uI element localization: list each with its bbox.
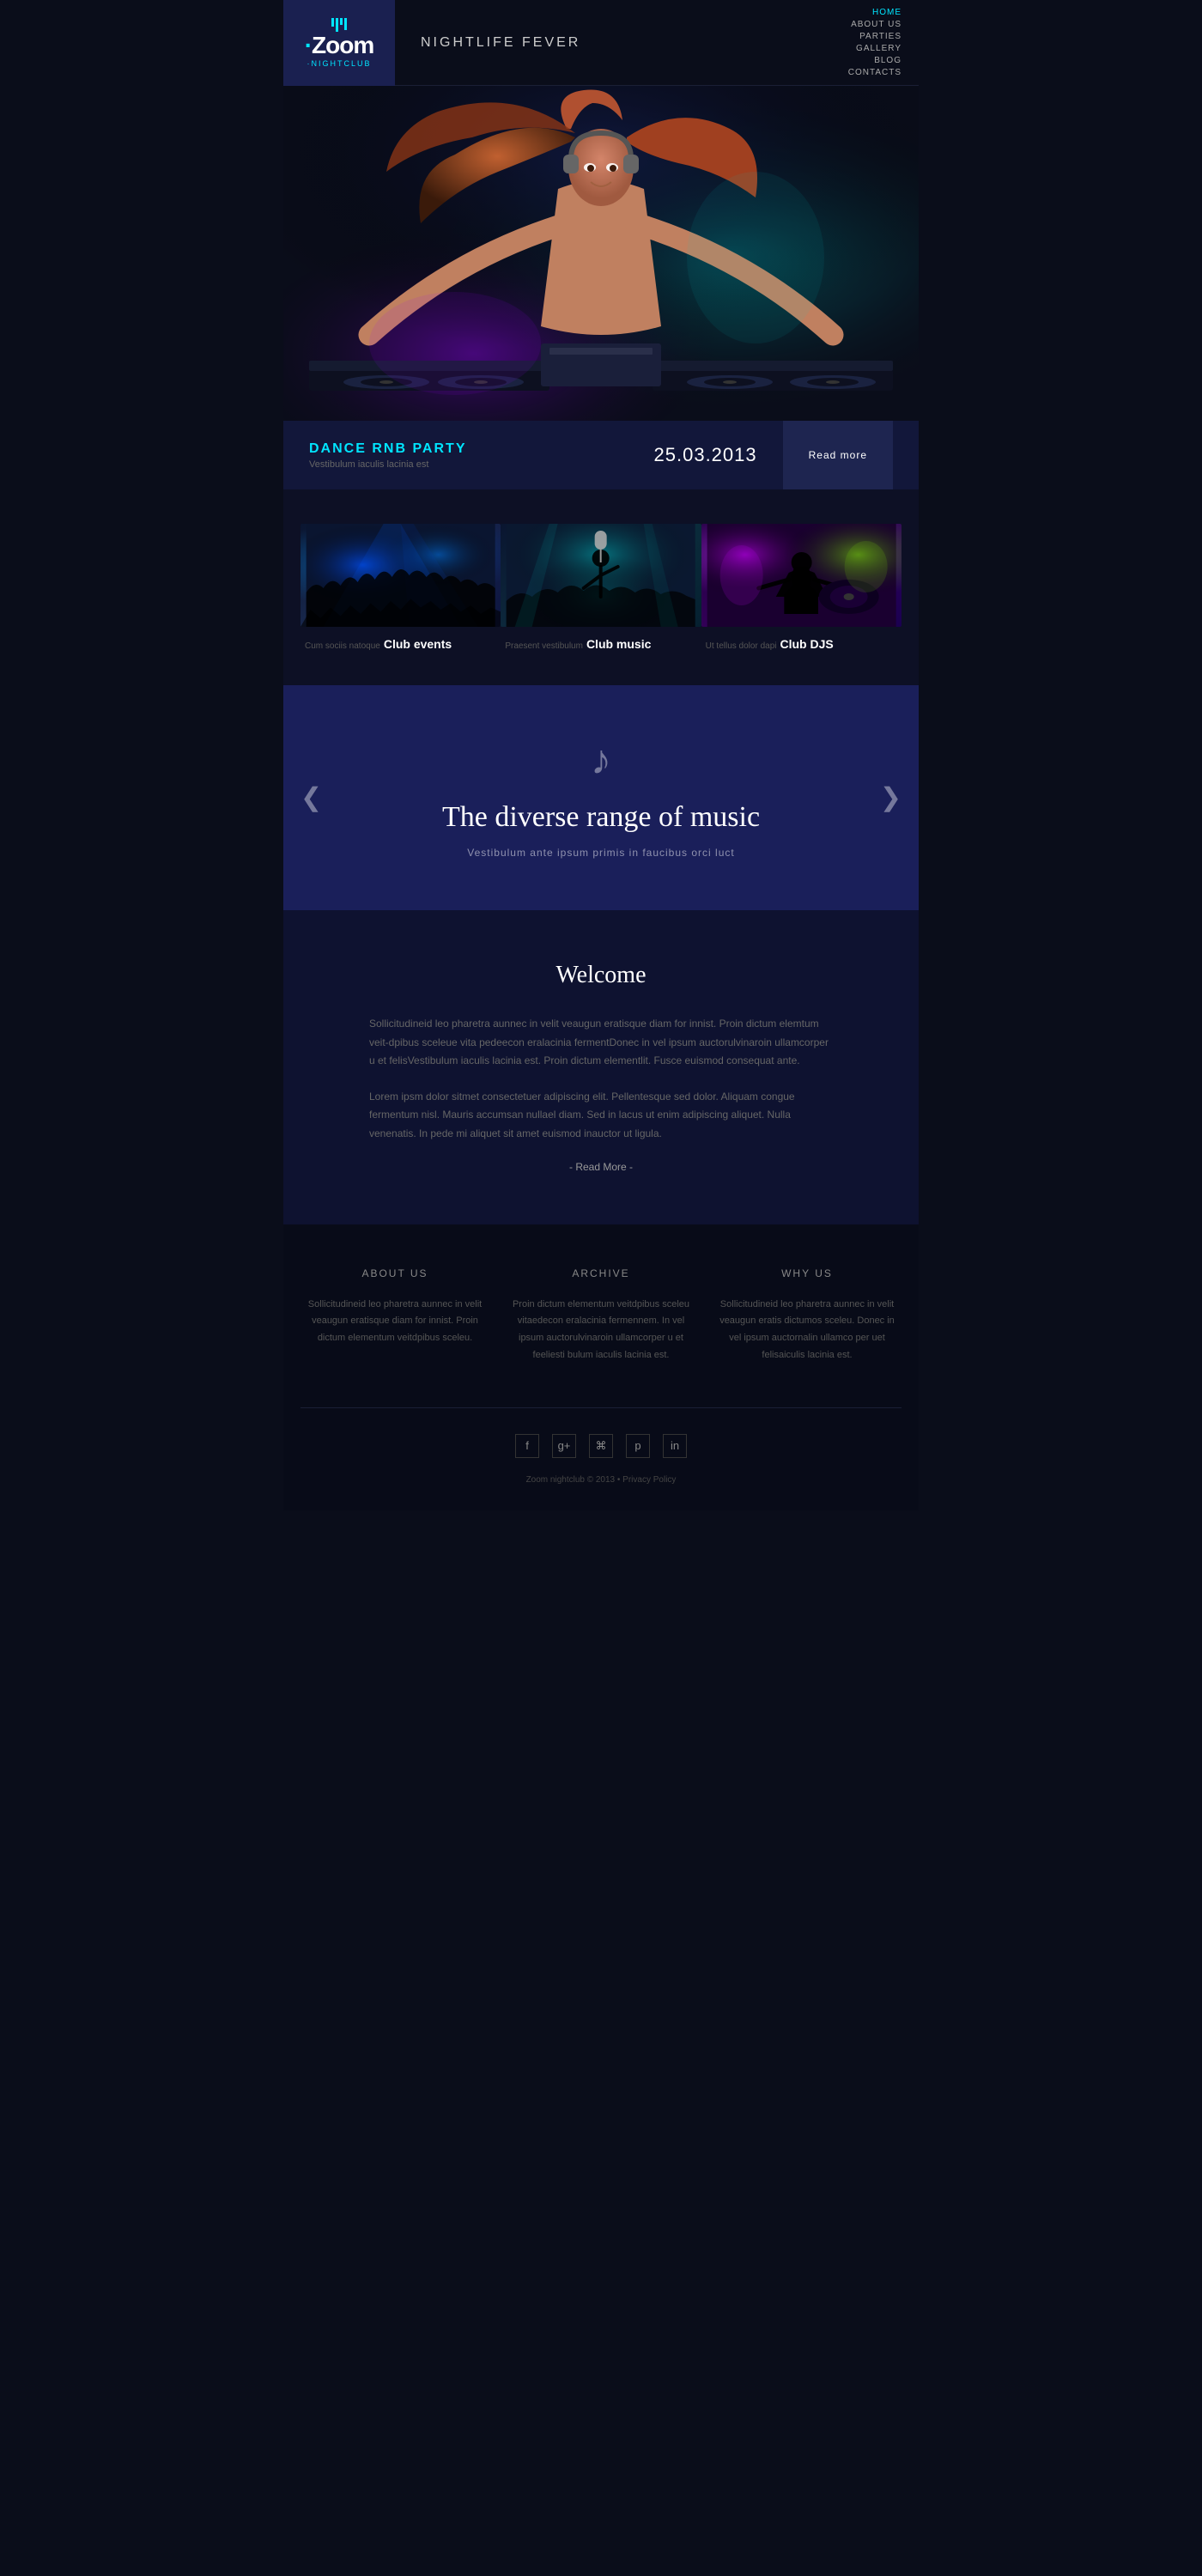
- card-events-label-row: Cum sociis natoque Club events: [300, 637, 501, 651]
- card-music-prefix: Praesent vestibulum: [505, 641, 583, 651]
- event-bar: DANCE RNB PARTY Vestibulum iaculis lacin…: [283, 421, 919, 489]
- nav-home[interactable]: HOME: [872, 8, 902, 17]
- music-slider-section: ❮ ♪ The diverse range of music Vestibulu…: [283, 685, 919, 910]
- card-events-prefix: Cum sociis natoque: [305, 641, 380, 651]
- hero-section: [283, 86, 919, 421]
- nav-parties[interactable]: PARTIES: [859, 32, 902, 41]
- event-date: 25.03.2013: [654, 444, 757, 466]
- footer-about-title: ABOUT US: [300, 1267, 489, 1279]
- footer-why-text: Sollicitudineid leo pharetra aunnec in v…: [713, 1297, 902, 1364]
- hero-dj-image: [283, 86, 919, 421]
- music-note-icon: ♪: [300, 737, 902, 784]
- footer-archive-title: ARCHIVE: [507, 1267, 695, 1279]
- card-music-title: Club music: [586, 637, 651, 651]
- club-music-svg: [501, 524, 701, 627]
- welcome-read-more: - Read More -: [369, 1161, 833, 1173]
- welcome-paragraph-1: Sollicitudineid leo pharetra aunnec in v…: [369, 1015, 833, 1071]
- nav-about[interactable]: ABOUT US: [851, 20, 902, 29]
- social-rss-icon[interactable]: ⌘: [589, 1434, 613, 1458]
- cards-grid: Cum sociis natoque Club events: [300, 524, 902, 651]
- card-club-events: Cum sociis natoque Club events: [300, 524, 501, 651]
- logo-sub: ·NIGHTCLUB: [307, 59, 371, 68]
- nav-blog[interactable]: BLOG: [874, 56, 902, 65]
- footer-col-archive: ARCHIVE Proin dictum elementum veitdpibu…: [507, 1267, 695, 1364]
- footer-social: f g+ ⌘ p in: [300, 1407, 902, 1458]
- footer-about-text: Sollicitudineid leo pharetra aunnec in v…: [300, 1297, 489, 1347]
- welcome-paragraph-2: Lorem ipsm dolor sitmet consectetuer adi…: [369, 1088, 833, 1144]
- header: ·Zoom ·NIGHTCLUB NIGHTLIFE FEVER HOME AB…: [283, 0, 919, 86]
- event-info: DANCE RNB PARTY Vestibulum iaculis lacin…: [309, 441, 654, 470]
- social-pinterest-icon[interactable]: p: [626, 1434, 650, 1458]
- social-linkedin-icon[interactable]: in: [663, 1434, 687, 1458]
- footer-columns: ABOUT US Sollicitudineid leo pharetra au…: [300, 1267, 902, 1364]
- logo-block: ·Zoom ·NIGHTCLUB: [283, 0, 395, 86]
- welcome-section: Welcome Sollicitudineid leo pharetra aun…: [283, 910, 919, 1224]
- card-djs-label-row: Ut tellus dolor dapi Club DJS: [701, 637, 902, 651]
- event-subtitle: Vestibulum iaculis lacinia est: [309, 459, 654, 470]
- footer-copyright: Zoom nightclub © 2013 • Privacy Policy: [300, 1475, 902, 1485]
- welcome-read-more-link[interactable]: - Read More -: [569, 1161, 633, 1173]
- footer-col-about: ABOUT US Sollicitudineid leo pharetra au…: [300, 1267, 489, 1364]
- club-djs-svg: [701, 524, 902, 627]
- footer: ABOUT US Sollicitudineid leo pharetra au…: [283, 1224, 919, 1510]
- card-club-djs: Ut tellus dolor dapi Club DJS: [701, 524, 902, 651]
- nav-gallery[interactable]: GALLERY: [856, 44, 902, 53]
- card-djs-title: Club DJS: [780, 637, 833, 651]
- logo-bars-icon: [331, 18, 347, 32]
- music-content: ♪ The diverse range of music Vestibulum …: [300, 737, 902, 859]
- welcome-title: Welcome: [369, 962, 833, 989]
- slider-prev-button[interactable]: ❮: [292, 775, 331, 822]
- main-nav: HOME ABOUT US PARTIES GALLERY BLOG CONTA…: [848, 8, 919, 77]
- card-events-title: Club events: [384, 637, 452, 651]
- slider-next-button[interactable]: ❯: [871, 775, 910, 822]
- music-slider-subtitle: Vestibulum ante ipsum primis in faucibus…: [300, 847, 902, 859]
- footer-archive-text: Proin dictum elementum veitdpibus sceleu…: [507, 1297, 695, 1364]
- logo-text: ·Zoom: [305, 33, 374, 58]
- social-facebook-icon[interactable]: f: [515, 1434, 539, 1458]
- footer-copyright-text: Zoom nightclub © 2013 • Privacy Policy: [526, 1475, 677, 1485]
- card-club-events-image[interactable]: [300, 524, 501, 627]
- card-djs-prefix: Ut tellus dolor dapi: [706, 641, 777, 651]
- event-title: DANCE RNB PARTY: [309, 441, 654, 457]
- card-club-music-image[interactable]: [501, 524, 701, 627]
- music-slider-title: The diverse range of music: [300, 801, 902, 834]
- social-googleplus-icon[interactable]: g+: [552, 1434, 576, 1458]
- footer-col-why: WHY US Sollicitudineid leo pharetra aunn…: [713, 1267, 902, 1364]
- card-club-djs-image[interactable]: [701, 524, 902, 627]
- nav-contacts[interactable]: CONTACTS: [848, 68, 902, 77]
- card-music-label-row: Praesent vestibulum Club music: [501, 637, 701, 651]
- club-events-svg: [300, 524, 501, 627]
- read-more-button[interactable]: Read more: [783, 421, 893, 489]
- header-title: NIGHTLIFE FEVER: [395, 35, 848, 51]
- cards-section: Cum sociis natoque Club events: [283, 489, 919, 685]
- card-club-music: Praesent vestibulum Club music: [501, 524, 701, 651]
- footer-why-title: WHY US: [713, 1267, 902, 1279]
